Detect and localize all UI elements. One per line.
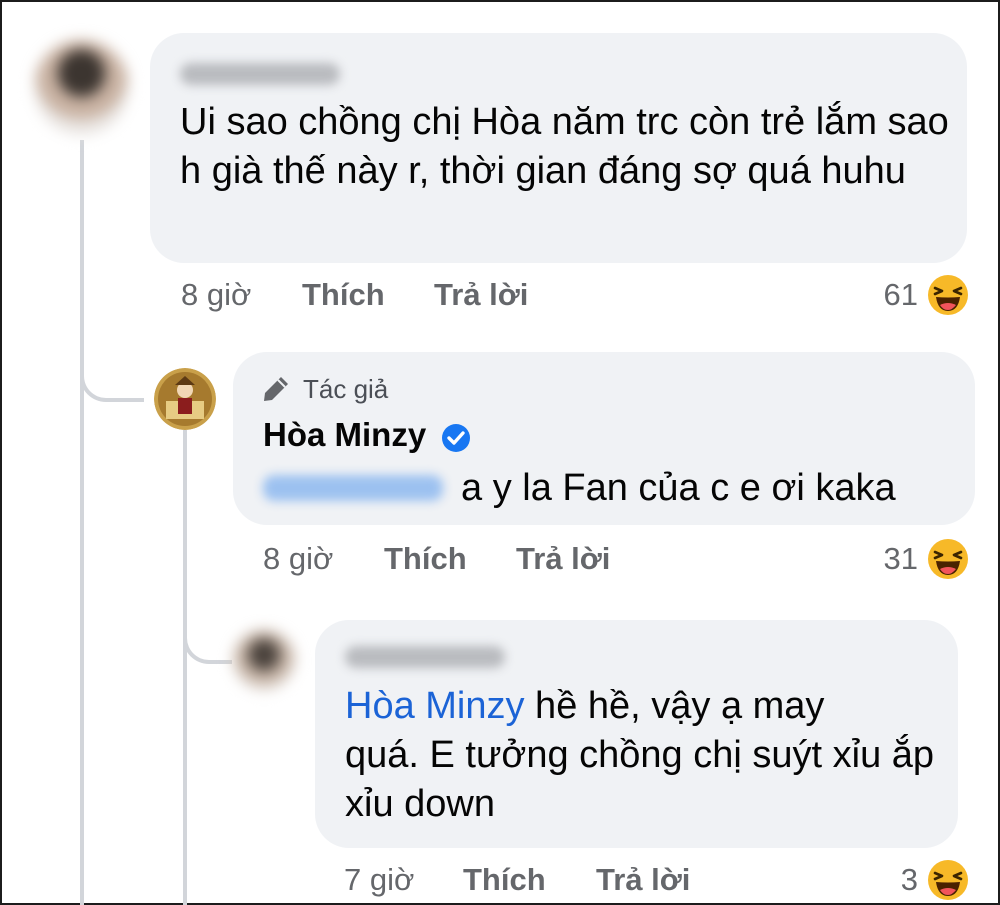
avatar[interactable] [154,368,216,430]
laughing-emoji-icon[interactable] [927,274,969,316]
thread-line-reply [183,430,187,905]
comment-text: Ui sao chồng chị Hòa năm trc còn trẻ lắm… [180,101,949,192]
reaction-count[interactable]: 31 [850,541,918,577]
comment-time[interactable]: 8 giờ [181,277,251,313]
comment-text: a y la Fan của c e ơi kaka [461,467,896,509]
thread-connector-reply-2 [183,610,232,664]
avatar[interactable] [34,40,129,135]
comment-time[interactable]: 7 giờ [344,862,414,898]
comment-text: Hòa Minzy hề hề, vậy ạ may quá. E tưởng … [345,682,945,829]
reply-button[interactable]: Trả lời [596,862,690,898]
mention-blurred[interactable] [263,475,443,501]
laughing-emoji-icon[interactable] [927,859,969,901]
comment-text-part: quá. E tưởng chồng chị suýt xỉu ắp xỉu d… [345,734,935,825]
comment-time[interactable]: 8 giờ [263,541,333,577]
thread-line-main [80,140,84,905]
avatar[interactable] [233,630,295,692]
reply-button[interactable]: Trả lời [516,541,610,577]
verified-badge-icon [442,424,470,452]
pencil-icon [264,377,288,401]
like-button[interactable]: Thích [384,541,467,577]
laughing-emoji-icon[interactable] [927,538,969,580]
mention-link[interactable]: Hòa Minzy [345,685,525,727]
like-button[interactable]: Thích [302,277,385,313]
comment-bubble: Tác giả Hòa Minzy a y la Fan của c e ơi … [233,352,975,525]
reply-button[interactable]: Trả lời [434,277,528,313]
like-button[interactable]: Thích [463,862,546,898]
author-name[interactable]: Hòa Minzy [263,416,426,454]
comment-text-part: hề hề, vậy ạ may [524,685,825,727]
reaction-count[interactable]: 61 [850,277,918,313]
author-badge: Tác giả [303,374,389,404]
comment-bubble: Ui sao chồng chị Hòa năm trc còn trẻ lắm… [150,33,967,263]
author-name-blurred[interactable] [180,63,340,85]
author-name-blurred[interactable] [345,646,505,668]
comment-bubble: Hòa Minzy hề hề, vậy ạ may quá. E tưởng … [315,620,958,848]
thread-connector-reply-1 [80,340,144,402]
reaction-count[interactable]: 3 [850,862,918,898]
